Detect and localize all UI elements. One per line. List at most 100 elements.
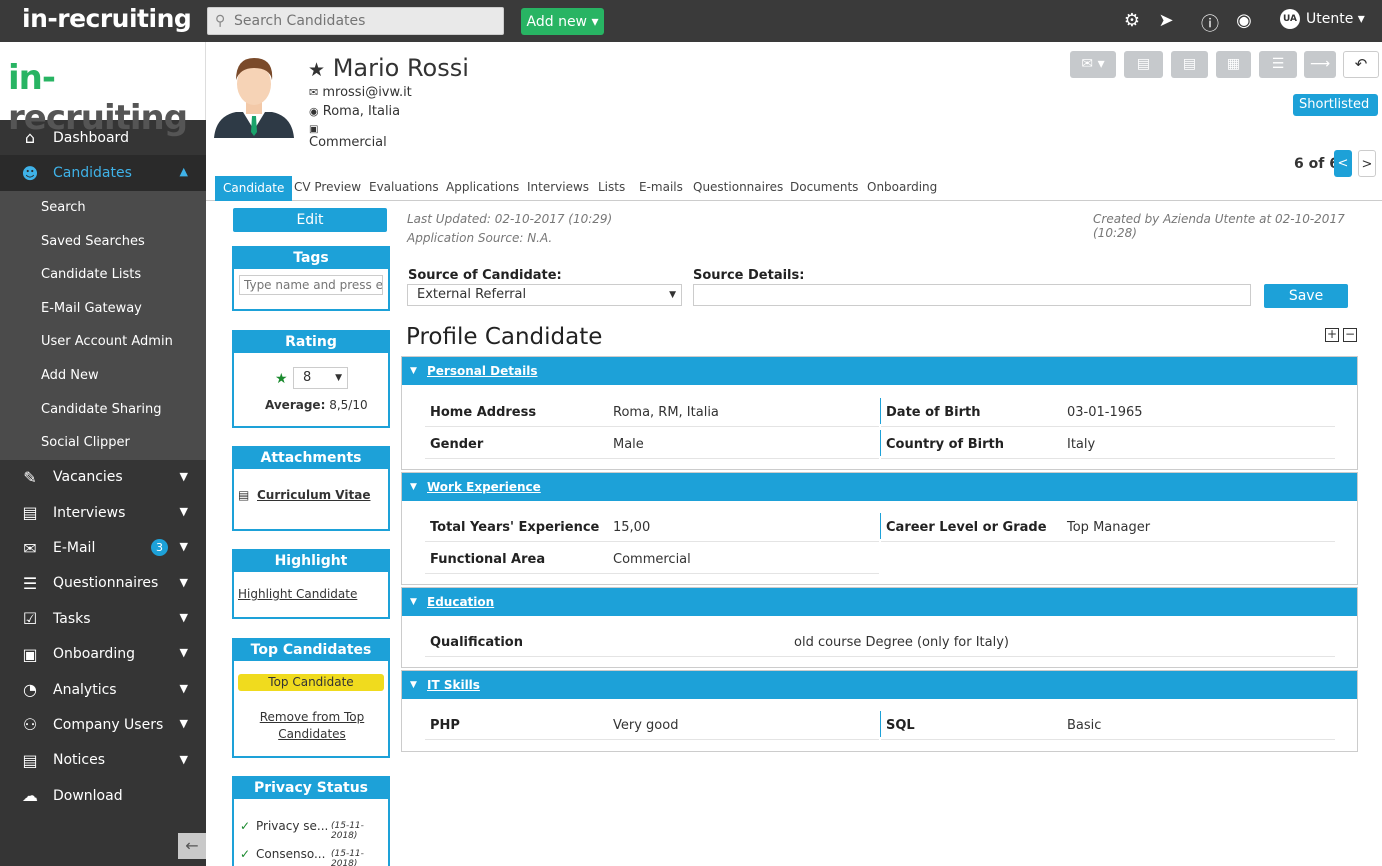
caret-down-icon: ▼ (669, 290, 676, 300)
tab-interviews[interactable]: Interviews (527, 176, 589, 201)
source-select[interactable]: External Referral ▼ (407, 284, 682, 306)
info-icon[interactable]: ⓘ (1199, 10, 1221, 36)
share-button[interactable]: ⟶ (1304, 51, 1336, 78)
schedule-button[interactable]: ▦ (1216, 51, 1251, 78)
star-icon: ★ (275, 371, 288, 387)
sidebar-item-dashboard[interactable]: ⌂ Dashboard (0, 120, 206, 155)
sidebar-item-company-users[interactable]: ⚇ Company Users ▼ (0, 707, 206, 742)
tags-input[interactable] (239, 275, 383, 295)
caret-down-icon: ▼ (335, 373, 342, 383)
chevron-down-icon: ▼ (179, 611, 188, 625)
field-label: Qualification (430, 635, 523, 650)
id-badge-icon: ⚇ (22, 715, 38, 735)
user-menu[interactable]: UA Utente ▾ (1280, 9, 1365, 29)
search-box[interactable]: ⚲ (207, 7, 504, 35)
sidebar-subitem-search[interactable]: Search (0, 190, 206, 225)
field-value: Commercial (613, 552, 691, 567)
field-label: PHP (430, 718, 460, 733)
sidebar-item-tasks[interactable]: ☑ Tasks ▼ (0, 601, 206, 636)
sidebar-subitem-social-clipper[interactable]: Social Clipper (0, 425, 206, 460)
caret-down-icon: ▼ (410, 597, 417, 607)
table-row: Country of Birth Italy (881, 428, 1335, 459)
tab-lists[interactable]: Lists (598, 176, 625, 201)
it-skills-section: ▼ IT Skills PHP Very good SQL Basic (401, 670, 1358, 752)
sidebar-item-candidates[interactable]: ☻ Candidates ▲ (0, 155, 206, 191)
expand-all-icon[interactable]: + (1325, 328, 1339, 342)
table-row: Qualification old course Degree (only fo… (425, 626, 1335, 657)
tab-documents[interactable]: Documents (790, 176, 858, 201)
sidebar-subitem-candidate-sharing[interactable]: Candidate Sharing (0, 392, 206, 426)
candidate-location-text: Roma, Italia (322, 104, 401, 119)
sidebar-item-email[interactable]: ✉ E-Mail 3 ▼ (0, 530, 206, 565)
rating-select[interactable]: 8 ▼ (293, 367, 348, 389)
rating-title: Rating (234, 332, 388, 353)
rocket-icon[interactable]: ➤ (1155, 10, 1177, 31)
tab-cv-preview[interactable]: CV Preview (294, 176, 361, 201)
tags-widget: Tags (232, 246, 390, 311)
collapse-sidebar-button[interactable]: ← (178, 833, 206, 859)
edit-button[interactable]: Edit (233, 208, 387, 232)
attachment-cv-link[interactable]: Curriculum Vitae (257, 488, 370, 502)
list-button[interactable]: ☰ (1259, 51, 1297, 78)
sidebar-subitem-saved-searches[interactable]: Saved Searches (0, 224, 206, 258)
personal-details-header[interactable]: ▼ Personal Details (402, 357, 1357, 385)
source-details-input[interactable] (693, 284, 1251, 306)
search-input[interactable] (234, 11, 494, 31)
tab-candidate[interactable]: Candidate (215, 176, 293, 201)
work-experience-header[interactable]: ▼ Work Experience (402, 473, 1357, 501)
sidebar-item-download[interactable]: ☁ Download (0, 778, 206, 813)
sidebar-subitem-user-account-admin[interactable]: User Account Admin (0, 325, 206, 359)
sidebar-subitem-candidate-lists[interactable]: Candidate Lists (0, 257, 206, 292)
tab-emails[interactable]: E-mails (639, 176, 683, 201)
globe-icon[interactable]: ◉ (1233, 10, 1255, 31)
sidebar-item-questionnaires[interactable]: ☰ Questionnaires ▼ (0, 566, 206, 601)
tab-questionnaires[interactable]: Questionnaires (693, 176, 783, 201)
sidebar-item-interviews[interactable]: ▤ Interviews ▼ (0, 495, 206, 530)
chevron-down-icon: ▼ (179, 717, 188, 731)
highlight-candidate-link[interactable]: Highlight Candidate (238, 587, 357, 601)
sidebar-item-label: Questionnaires (53, 575, 159, 592)
remove-top-candidates-link[interactable]: Remove from Top Candidates (252, 709, 372, 743)
sidebar-item-notices[interactable]: ▤ Notices ▼ (0, 743, 206, 778)
sidebar-item-analytics[interactable]: ◔ Analytics ▼ (0, 672, 206, 707)
folder-move-icon: ▤ (1182, 56, 1197, 72)
folder-button[interactable]: ▤ (1124, 51, 1163, 78)
field-label: Gender (430, 437, 484, 452)
envelope-icon: ✉ (309, 86, 319, 99)
sidebar-item-vacancies[interactable]: ✎ Vacancies ▼ (0, 460, 206, 495)
next-button[interactable]: > (1358, 150, 1376, 177)
email-dropdown-button[interactable]: ✉ ▾ (1070, 51, 1116, 78)
sidebar-item-label: Analytics (53, 681, 117, 698)
collapse-all-icon[interactable]: − (1343, 328, 1357, 342)
candidate-avatar (210, 50, 298, 138)
education-header[interactable]: ▼ Education (402, 588, 1357, 616)
privacy-item-date: (15-11-2018) (331, 849, 364, 866)
add-new-button[interactable]: Add new ▾ (521, 8, 604, 35)
table-row: PHP Very good (425, 709, 879, 740)
source-details-label: Source Details: (693, 268, 805, 283)
star-icon[interactable]: ★ (308, 59, 325, 81)
sidebar-item-label: Candidates (53, 165, 132, 182)
status-dropdown[interactable]: Shortlisted ▾ (1293, 94, 1378, 134)
tab-onboarding[interactable]: Onboarding (867, 176, 937, 201)
tab-evaluations[interactable]: Evaluations (369, 176, 439, 201)
sidebar-subitem-add-new[interactable]: Add New (0, 358, 206, 393)
sidebar-item-label: Company Users (53, 716, 164, 733)
previous-button[interactable]: < (1334, 150, 1352, 177)
save-source-button[interactable]: Save Source (1264, 284, 1348, 328)
sidebar-logo[interactable]: in-recruiting (0, 42, 206, 138)
pie-chart-icon: ◔ (23, 680, 37, 700)
tab-applications[interactable]: Applications (446, 176, 519, 201)
it-skills-header[interactable]: ▼ IT Skills (402, 671, 1357, 699)
move-folder-button[interactable]: ▤ (1171, 51, 1208, 78)
chevron-down-icon: ▼ (179, 752, 188, 766)
table-row: Career Level or Grade Top Manager (881, 511, 1335, 542)
sidebar-subitem-email-gateway[interactable]: E-Mail Gateway (0, 291, 206, 326)
sidebar-item-onboarding[interactable]: ▣ Onboarding ▼ (0, 636, 206, 671)
candidate-email-link[interactable]: mrossi@ivw.it (322, 85, 411, 100)
back-button[interactable]: ↶ (1343, 51, 1379, 78)
gear-icon[interactable]: ⚙ (1121, 10, 1143, 31)
app-logo[interactable]: in-recruiting (22, 4, 192, 33)
notice-icon: ▤ (22, 750, 38, 770)
privacy-item-label: Consenso... (256, 847, 326, 861)
